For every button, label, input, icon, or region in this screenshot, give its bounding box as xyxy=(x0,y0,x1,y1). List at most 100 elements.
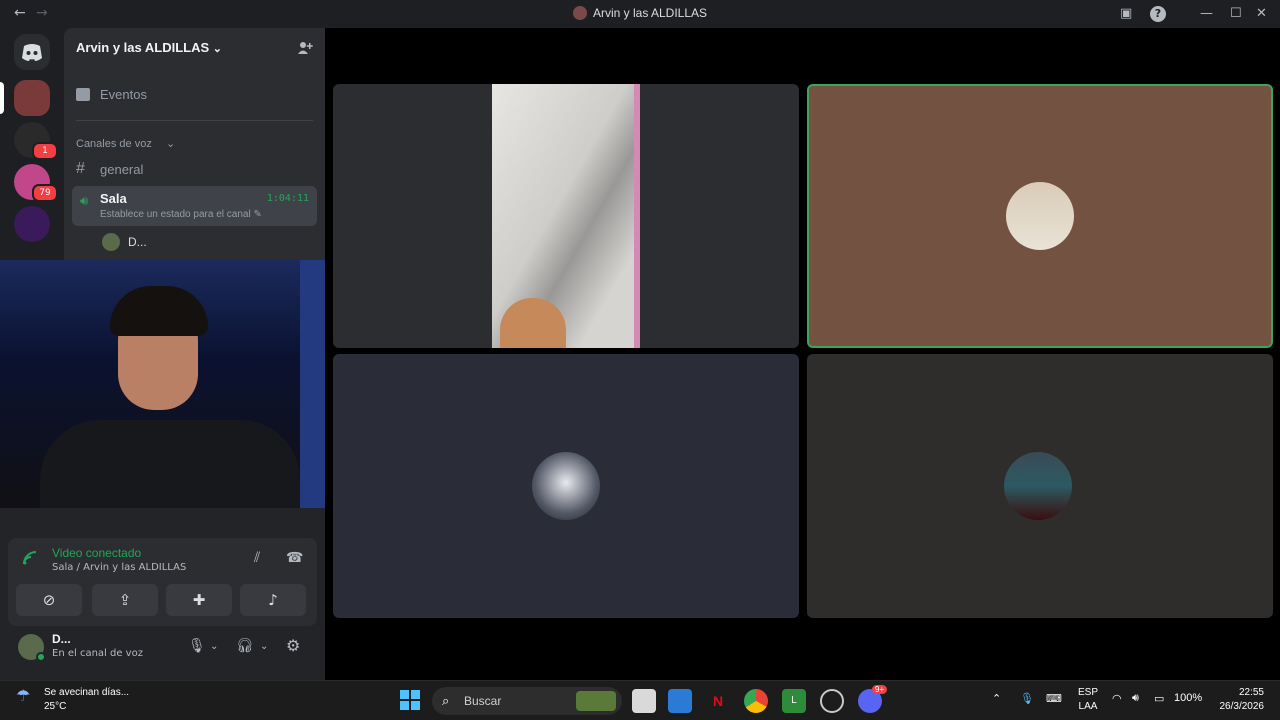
speaker-icon: 🔊︎ xyxy=(80,193,89,208)
title-bar: ← → Arvin y las ALDILLAS ▣ ? — ☐ ✕ xyxy=(0,0,1280,28)
username[interactable]: D... xyxy=(52,632,71,646)
divider xyxy=(76,120,313,121)
app-icon[interactable] xyxy=(820,689,844,713)
server-mention-badge: 79 xyxy=(32,184,58,202)
minimize-button[interactable]: — xyxy=(1200,6,1213,21)
camera-feed xyxy=(492,84,640,348)
time: 22:55 xyxy=(1238,687,1264,698)
guild-name: Arvin y las ALDILLAS xyxy=(76,40,210,55)
avatar xyxy=(532,452,600,520)
weather-icon: ☂ xyxy=(16,688,31,705)
avatar xyxy=(1006,182,1074,250)
chevron-down-icon: ⌄ xyxy=(212,43,222,55)
notification-badge: 9+ xyxy=(872,685,888,694)
chevron-down-icon[interactable]: ⌄ xyxy=(210,641,218,652)
avatar xyxy=(102,233,120,251)
signal-icon[interactable] xyxy=(22,550,38,570)
chevron-down-icon[interactable]: ⌄ xyxy=(260,641,268,652)
server-avatar-icon xyxy=(572,6,587,20)
headphones-icon[interactable]: 🎧︎ xyxy=(236,638,254,654)
camera-off-icon: ⊘ xyxy=(42,591,56,609)
add-user-icon[interactable] xyxy=(297,40,313,60)
chevron-up-icon[interactable]: ⌃ xyxy=(992,692,1001,705)
camera-off-button[interactable]: ⊘ xyxy=(16,584,82,616)
hash-icon: # xyxy=(76,160,85,177)
voice-status-placeholder[interactable]: Establece un estado para el canal ✎ xyxy=(100,209,262,220)
user-area: D... En el canal de voz 🎙︎ ⌄ 🎧︎ ⌄ ⚙ xyxy=(8,630,317,674)
server-mention-badge: 1 xyxy=(32,142,58,160)
voice-member-name: D... xyxy=(128,235,147,249)
webcam-overlay xyxy=(0,260,330,508)
user-status: En el canal de voz xyxy=(52,648,143,659)
voice-channel-sala[interactable]: 🔊︎ Sala 1:04:11 Establece un estado para… xyxy=(72,186,317,226)
search-icon: ⌕ xyxy=(442,693,450,708)
rtc-panel: Video conectado Sala / Arvin y las ALDIL… xyxy=(8,538,317,626)
search-placeholder: Buscar xyxy=(464,694,502,708)
close-button[interactable]: ✕ xyxy=(1256,6,1267,21)
face-partial xyxy=(500,298,566,348)
events-item[interactable]: Eventos xyxy=(72,86,317,106)
language-indicator[interactable]: ESP LAA xyxy=(1078,686,1098,714)
voice-channel-name: Sala xyxy=(100,191,127,206)
soundboard-button[interactable]: ♪ xyxy=(240,584,306,616)
clock[interactable]: 22:55 26/3/2026 xyxy=(1220,686,1265,714)
wifi-icon[interactable]: ◠ xyxy=(1112,692,1122,705)
ceiling-edge xyxy=(634,84,640,348)
task-view-icon[interactable] xyxy=(632,689,656,713)
voice-category[interactable]: Canales de voz ⌄ xyxy=(72,138,317,152)
volume-icon[interactable]: 🔊︎ xyxy=(1132,692,1139,705)
category-label: Canales de voz xyxy=(76,138,152,150)
discord-home-icon[interactable] xyxy=(14,34,50,70)
channel-name: general xyxy=(100,162,144,177)
video-stage xyxy=(325,28,1280,680)
video-tile-avatar[interactable] xyxy=(333,354,799,618)
soundboard-icon: ♪ xyxy=(268,591,278,609)
screen-share-icon: ⇪ xyxy=(118,591,132,609)
help-icon[interactable]: ? xyxy=(1150,6,1166,22)
guild-header[interactable]: Arvin y las ALDILLAS ⌄ xyxy=(64,28,325,70)
search-highlight-image xyxy=(576,691,616,711)
weather-title: Se avecinan días... xyxy=(44,687,130,698)
rtc-location[interactable]: Sala / Arvin y las ALDILLAS xyxy=(52,562,186,573)
channel-general[interactable]: # general xyxy=(72,160,317,180)
rtc-status[interactable]: Video conectado xyxy=(52,546,141,560)
noise-suppression-icon[interactable]: ⫽ xyxy=(254,550,260,566)
events-label: Eventos xyxy=(100,87,147,102)
user-panel: Video conectado Sala / Arvin y las ALDIL… xyxy=(0,508,325,680)
status-text: Establece un estado para el canal xyxy=(100,209,251,220)
chevron-down-icon: ⌄ xyxy=(166,138,176,150)
store-icon[interactable] xyxy=(668,689,692,713)
server-icon-arvin[interactable] xyxy=(14,80,50,116)
inbox-icon[interactable]: ▣ xyxy=(1120,6,1132,21)
activities-button[interactable]: ✚ xyxy=(166,584,232,616)
windows-start-icon[interactable] xyxy=(398,689,422,713)
server-icon-4[interactable] xyxy=(14,206,50,242)
video-tile-avatar[interactable] xyxy=(807,354,1273,618)
battery-icon[interactable]: ▭ xyxy=(1154,692,1164,705)
window-title: Arvin y las ALDILLAS xyxy=(0,6,1280,20)
mic-icon[interactable]: 🎙︎ xyxy=(188,638,206,654)
keyboard-icon[interactable]: ⌨ xyxy=(1046,692,1062,705)
avatar xyxy=(1004,452,1072,520)
chrome-icon[interactable] xyxy=(744,689,768,713)
mic-icon[interactable]: 🎙︎ xyxy=(1020,692,1034,705)
disconnect-icon[interactable]: ☎ xyxy=(286,550,303,566)
pencil-icon: ✎ xyxy=(253,209,262,220)
taskbar-search[interactable]: ⌕ Buscar xyxy=(432,687,622,715)
line-icon[interactable]: L xyxy=(782,689,806,713)
screen-share-button[interactable]: ⇪ xyxy=(92,584,158,616)
video-tile-camera[interactable] xyxy=(333,84,799,348)
person-body xyxy=(40,420,300,508)
lang-top: ESP xyxy=(1078,687,1099,698)
battery-percent: 100% xyxy=(1174,692,1203,704)
voice-timer: 1:04:11 xyxy=(266,193,309,204)
window-title-text: Arvin y las ALDILLAS xyxy=(592,6,708,20)
video-tile-speaking[interactable] xyxy=(807,84,1273,348)
netflix-icon[interactable]: N xyxy=(706,689,730,713)
voice-member[interactable]: D... xyxy=(72,232,317,252)
activities-icon: ✚ xyxy=(192,591,206,609)
taskbar: ☂ Se avecinan días... 25°C ⌕ Buscar N L … xyxy=(0,680,1280,720)
online-status-dot xyxy=(36,652,46,662)
settings-icon[interactable]: ⚙ xyxy=(286,636,300,655)
maximize-button[interactable]: ☐ xyxy=(1230,6,1242,21)
